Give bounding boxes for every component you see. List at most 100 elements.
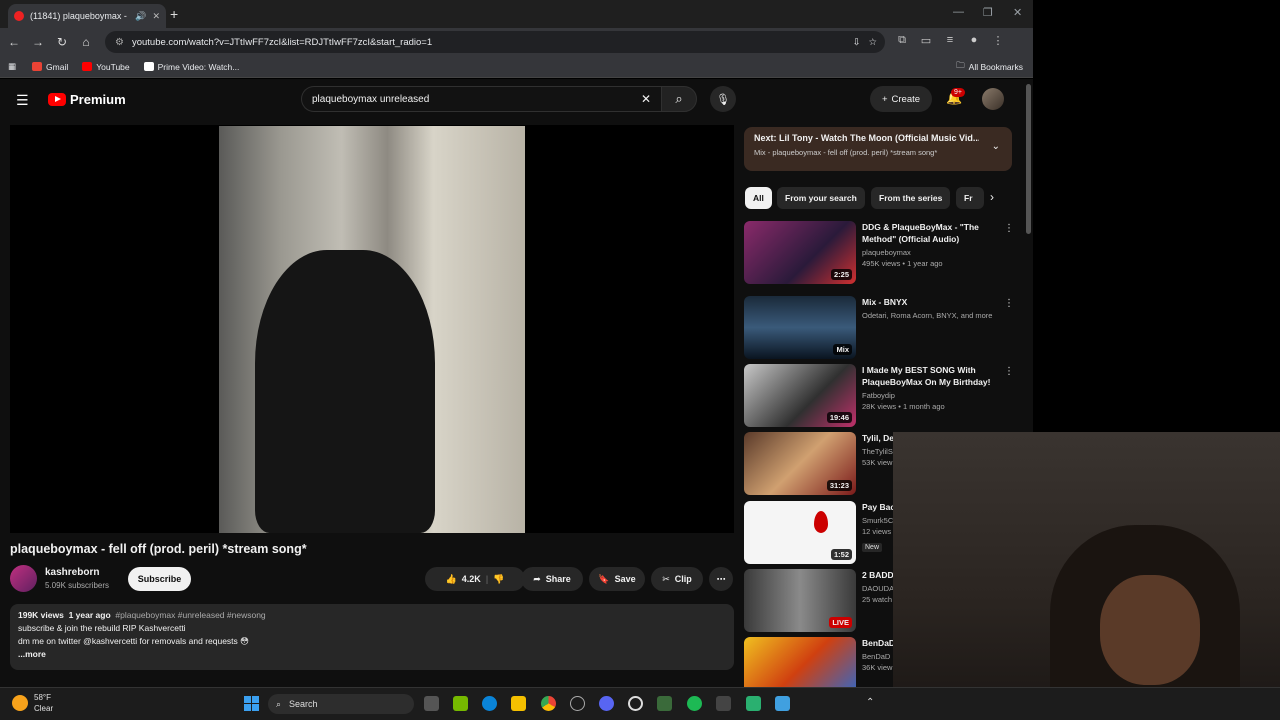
obs-icon[interactable] — [628, 696, 643, 711]
video-thumbnail[interactable]: 1:52 — [744, 501, 856, 564]
bookmark-gmail[interactable]: Gmail — [32, 62, 68, 72]
chip-truncated[interactable]: Fr — [956, 187, 984, 209]
audio-icon[interactable]: 🔊 — [135, 11, 146, 22]
related-video[interactable]: LIVE 2 BADD GUESS DAOUDA 25 watch — [744, 569, 893, 633]
related-channel[interactable]: Smurk5C — [862, 516, 893, 525]
video-description[interactable]: 199K views 1 year ago #plaqueboymax #unr… — [10, 604, 734, 670]
related-video-title[interactable]: 2 BADD GUESS — [862, 569, 893, 581]
video-thumbnail[interactable]: 19:46 — [744, 364, 856, 427]
app-icon[interactable] — [657, 696, 672, 711]
taskbar-search[interactable]: ⌕ Search — [268, 694, 414, 714]
playlist-next-panel[interactable]: Next: Lil Tony - Watch The Moon (Officia… — [744, 127, 1012, 171]
weather-widget[interactable]: 58°F Clear — [12, 692, 53, 714]
related-video[interactable]: Mix Mix - BNYX Odetari, Roma Acorn, BNYX,… — [744, 296, 1034, 360]
hamburger-menu-icon[interactable]: ☰ — [16, 92, 29, 109]
related-channel[interactable]: TheTylilS — [862, 447, 893, 456]
show-more-link[interactable]: ...more — [18, 648, 726, 661]
video-thumbnail[interactable]: LIVE — [744, 569, 856, 632]
related-video[interactable]: 1:52 Pay Bac Smurk5C 12 views New — [744, 501, 893, 565]
file-explorer-icon[interactable] — [511, 696, 526, 711]
chevron-right-icon[interactable]: › — [990, 190, 994, 204]
all-bookmarks[interactable]: 🗀 All Bookmarks — [956, 60, 1023, 74]
related-video-title[interactable]: Tylil, De Plaque — [862, 432, 893, 444]
reading-list-icon[interactable]: ≡ — [938, 34, 962, 47]
dislike-button[interactable]: 👎 — [493, 574, 504, 585]
kebab-menu-icon[interactable]: ⋮ — [1004, 223, 1014, 234]
profile-icon[interactable]: ● — [962, 34, 986, 47]
share-button[interactable]: ➦ Share — [521, 567, 583, 591]
related-video-title[interactable]: Mix - BNYX — [862, 296, 1002, 308]
install-app-icon[interactable]: ⇩ — [853, 37, 861, 48]
subscribe-button[interactable]: Subscribe — [128, 567, 191, 591]
page-scrollbar[interactable] — [1026, 84, 1031, 234]
minimize-icon[interactable]: — — [953, 6, 964, 18]
related-channel[interactable]: Odetari, Roma Acorn, BNYX, and more — [862, 311, 1002, 320]
discord-icon[interactable] — [599, 696, 614, 711]
kebab-menu-icon[interactable]: ⋮ — [1004, 366, 1014, 377]
app-icon[interactable] — [746, 696, 761, 711]
voice-search-button[interactable]: 🎙 — [710, 86, 736, 112]
chip-from-your-search[interactable]: From your search — [777, 187, 865, 209]
video-thumbnail[interactable]: 31:23 — [744, 432, 856, 495]
save-button[interactable]: 🔖 Save — [589, 567, 645, 591]
video-thumbnail[interactable]: 2:25 — [744, 221, 856, 284]
channel-avatar[interactable] — [10, 565, 37, 592]
related-video-title[interactable]: BenDaD Tour! — [862, 637, 893, 649]
video-thumbnail[interactable] — [744, 637, 856, 687]
related-video[interactable]: 19:46 I Made My BEST SONG With PlaqueBoy… — [744, 364, 1034, 428]
app-icon[interactable] — [775, 696, 790, 711]
related-video[interactable]: 2:25 DDG & PlaqueBoyMax - "The Method" (… — [744, 221, 1034, 285]
edge-icon[interactable] — [482, 696, 497, 711]
url-text[interactable]: youtube.com/watch?v=JTtIwFF7zcI&list=RDJ… — [132, 37, 845, 48]
related-channel[interactable]: Fatboydip — [862, 391, 1002, 400]
tray-chevron-icon[interactable]: ⌃ — [866, 697, 874, 708]
like-button[interactable]: 👍 4.2K — [446, 574, 481, 585]
chrome-menu-icon[interactable]: ⋮ — [986, 34, 1010, 47]
home-icon[interactable]: ⌂ — [74, 35, 98, 49]
chrome-icon[interactable] — [541, 696, 556, 711]
settings-icon[interactable] — [570, 696, 585, 711]
chip-all[interactable]: All — [745, 187, 772, 209]
related-video[interactable]: BenDaD Tour! BenDaD 36K view — [744, 637, 893, 687]
related-channel[interactable]: plaqueboymax — [862, 248, 1002, 257]
bookmark-youtube[interactable]: YouTube — [82, 62, 130, 72]
back-icon[interactable]: ← — [2, 35, 26, 49]
clear-search-icon[interactable]: ✕ — [641, 92, 651, 106]
cast-icon[interactable]: ▭ — [914, 34, 938, 47]
clip-button[interactable]: ✂ Clip — [651, 567, 703, 591]
related-video-title[interactable]: I Made My BEST SONG With PlaqueBoyMax On… — [862, 364, 1002, 388]
forward-icon[interactable]: → — [26, 35, 50, 49]
search-button[interactable]: ⌕ — [661, 86, 697, 112]
bookmark-star-icon[interactable]: ☆ — [868, 37, 877, 48]
related-video-title[interactable]: DDG & PlaqueBoyMax - "The Method" (Offic… — [862, 221, 1002, 245]
site-info-icon[interactable]: ⚙ — [115, 37, 124, 48]
windows-start-icon[interactable] — [244, 696, 259, 711]
related-channel[interactable]: DAOUDA — [862, 584, 893, 593]
chip-from-the-series[interactable]: From the series — [871, 187, 951, 209]
youtube-logo[interactable]: Premium — [48, 92, 126, 107]
new-tab-button[interactable]: + — [170, 6, 178, 22]
video-thumbnail[interactable]: Mix — [744, 296, 856, 359]
extensions-icon[interactable]: ⧉ — [890, 34, 914, 47]
bookmark-prime-video[interactable]: Prime Video: Watch... — [143, 62, 239, 72]
close-window-icon[interactable]: ✕ — [1013, 6, 1022, 19]
more-actions-button[interactable]: ⋯ — [709, 567, 733, 591]
related-video[interactable]: 31:23 Tylil, De Plaque TheTylilS 53K view — [744, 432, 893, 496]
related-video-title[interactable]: Pay Bac — [862, 501, 893, 513]
hashtags[interactable]: #plaqueboymax #unreleased #newsong — [115, 610, 265, 620]
restore-icon[interactable]: ❐ — [983, 6, 993, 19]
spotify-icon[interactable] — [687, 696, 702, 711]
search-input[interactable]: plaqueboymax unreleased ✕ — [301, 86, 661, 112]
app-icon[interactable] — [716, 696, 731, 711]
tab-close-icon[interactable]: ✕ — [152, 11, 160, 22]
account-avatar[interactable] — [982, 88, 1004, 110]
nvidia-icon[interactable] — [453, 696, 468, 711]
create-button[interactable]: + Create — [870, 86, 932, 112]
apps-grid-icon[interactable]: ▦ — [8, 61, 16, 72]
channel-name[interactable]: kashreborn — [45, 567, 99, 578]
address-bar[interactable]: ⚙ youtube.com/watch?v=JTtIwFF7zcI&list=R… — [105, 31, 885, 53]
task-view-icon[interactable] — [424, 696, 439, 711]
reload-icon[interactable]: ↻ — [50, 35, 74, 49]
chevron-down-icon[interactable]: ⌄ — [992, 141, 1000, 152]
kebab-menu-icon[interactable]: ⋮ — [1004, 298, 1014, 309]
